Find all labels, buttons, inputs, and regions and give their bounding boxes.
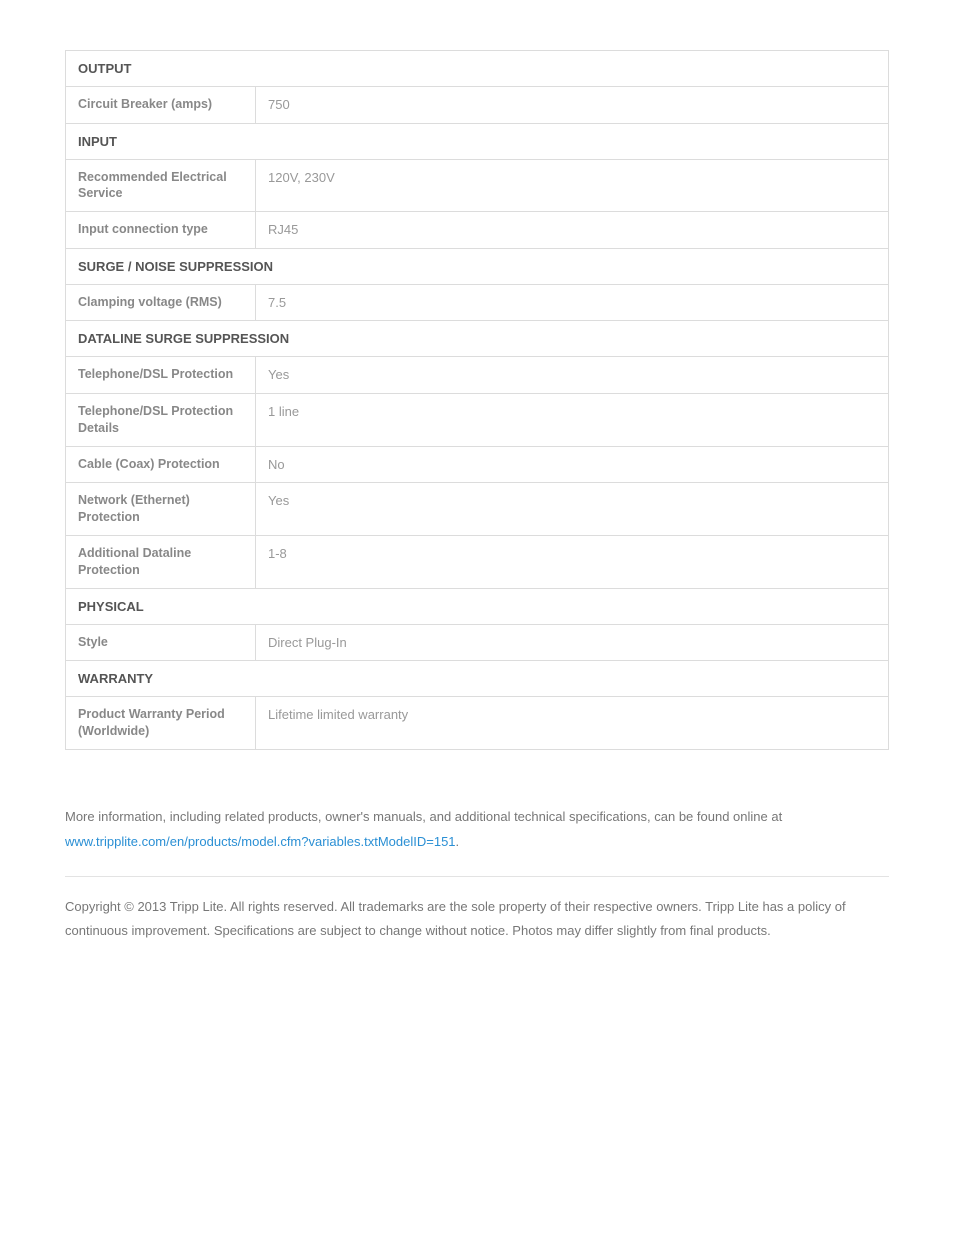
- copyright-text: Copyright © 2013 Tripp Lite. All rights …: [65, 895, 889, 943]
- period: .: [456, 834, 460, 849]
- spec-value: Lifetime limited warranty: [256, 697, 888, 749]
- more-info-prefix: More information, including related prod…: [65, 809, 782, 824]
- spec-row: Input connection type RJ45: [66, 211, 888, 248]
- spec-label: Network (Ethernet) Protection: [66, 483, 256, 535]
- spec-value: Yes: [256, 483, 888, 535]
- spec-row: Circuit Breaker (amps) 750: [66, 86, 888, 123]
- section-header-dataline: DATALINE SURGE SUPPRESSION: [66, 320, 888, 356]
- spec-row: Telephone/DSL Protection Details 1 line: [66, 393, 888, 446]
- spec-row: Additional Dataline Protection 1-8: [66, 535, 888, 588]
- spec-row: Clamping voltage (RMS) 7.5: [66, 284, 888, 321]
- specifications-table: OUTPUT Circuit Breaker (amps) 750 INPUT …: [65, 50, 889, 750]
- spec-label: Product Warranty Period (Worldwide): [66, 697, 256, 749]
- section-header-physical: PHYSICAL: [66, 588, 888, 624]
- spec-row: Telephone/DSL Protection Yes: [66, 356, 888, 393]
- spec-label: Input connection type: [66, 212, 256, 248]
- product-link[interactable]: www.tripplite.com/en/products/model.cfm?…: [65, 834, 456, 849]
- spec-label: Style: [66, 625, 256, 661]
- spec-value: 120V, 230V: [256, 160, 888, 212]
- spec-row: Cable (Coax) Protection No: [66, 446, 888, 483]
- more-info-text: More information, including related prod…: [65, 805, 889, 854]
- spec-label: Telephone/DSL Protection: [66, 357, 256, 393]
- spec-value: 7.5: [256, 285, 888, 321]
- spec-label: Telephone/DSL Protection Details: [66, 394, 256, 446]
- section-header-warranty: WARRANTY: [66, 660, 888, 696]
- spec-value: 1 line: [256, 394, 888, 446]
- spec-value: No: [256, 447, 888, 483]
- section-header-input: INPUT: [66, 123, 888, 159]
- section-header-output: OUTPUT: [66, 50, 888, 86]
- spec-row: Network (Ethernet) Protection Yes: [66, 482, 888, 535]
- page-content: OUTPUT Circuit Breaker (amps) 750 INPUT …: [0, 0, 954, 994]
- spec-value: RJ45: [256, 212, 888, 248]
- spec-row: Style Direct Plug-In: [66, 624, 888, 661]
- spec-value: Direct Plug-In: [256, 625, 888, 661]
- spec-row: Recommended Electrical Service 120V, 230…: [66, 159, 888, 212]
- divider: [65, 876, 889, 877]
- spec-label: Additional Dataline Protection: [66, 536, 256, 588]
- section-header-surge: SURGE / NOISE SUPPRESSION: [66, 248, 888, 284]
- spec-value: Yes: [256, 357, 888, 393]
- spec-value: 1-8: [256, 536, 888, 588]
- spec-value: 750: [256, 87, 888, 123]
- spec-label: Clamping voltage (RMS): [66, 285, 256, 321]
- spec-label: Circuit Breaker (amps): [66, 87, 256, 123]
- spec-label: Cable (Coax) Protection: [66, 447, 256, 483]
- spec-row: Product Warranty Period (Worldwide) Life…: [66, 696, 888, 749]
- spec-label: Recommended Electrical Service: [66, 160, 256, 212]
